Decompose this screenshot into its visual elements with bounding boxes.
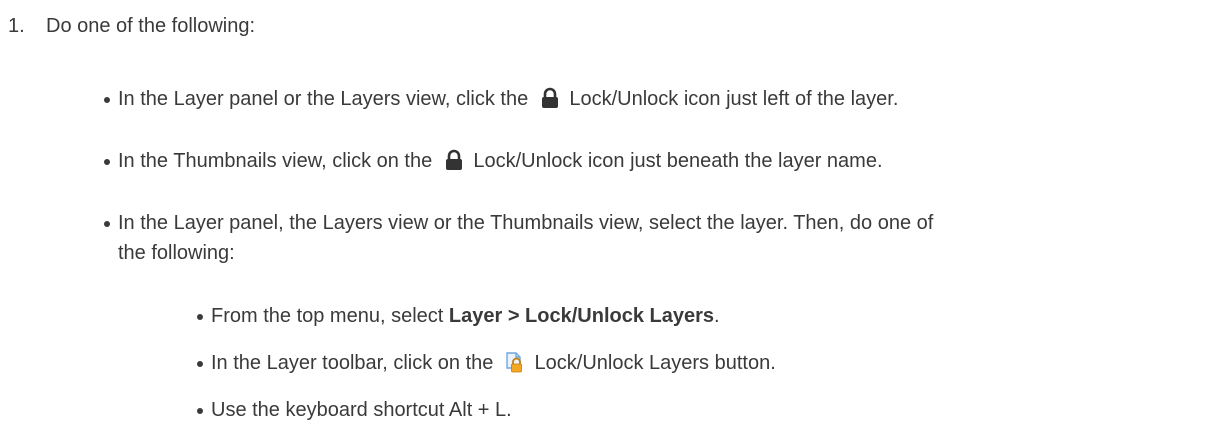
bullet-dot [104, 221, 110, 227]
bullet-text: From the top menu, select Layer > Lock/U… [211, 301, 720, 331]
bullet-dot [104, 159, 110, 165]
bullet-text-after: Lock/Unlock Layers button. [534, 352, 776, 374]
bullet-text-before: In the Layer panel or the Layers view, c… [118, 88, 529, 110]
step-number: 1. [8, 15, 25, 37]
bullet-text: Use the keyboard shortcut Alt + L. [211, 399, 512, 421]
bullet-dot [197, 314, 203, 320]
bullet-text-before: From the top menu, select [211, 305, 449, 327]
bullet-text: In the Layer panel or the Layers view, c… [118, 84, 898, 114]
bullet-text: In the Layer toolbar, click on the Lock/… [211, 348, 776, 378]
bullet-text-before: In the Layer toolbar, click on the [211, 352, 494, 374]
bullet-text-after: Lock/Unlock icon just left of the layer. [569, 88, 899, 110]
menu-path: Layer > Lock/Unlock Layers [448, 305, 715, 327]
bullet-dot [197, 361, 203, 367]
bullet-text-line-2: the following: [118, 242, 235, 264]
bullet-text: In the Thumbnails view, click on the Loc… [118, 146, 883, 176]
lock-unlock-layers-button-icon [506, 352, 522, 373]
bullet-dot [197, 408, 203, 414]
step-text: Do one of the following: [46, 15, 256, 37]
bullet-text-after: Lock/Unlock icon just beneath the layer … [473, 150, 883, 172]
bullet-text-after: . [714, 305, 720, 327]
bullet-text-line-1: In the Layer panel, the Layers view or t… [118, 212, 934, 234]
bullet-text-before: In the Thumbnails view, click on the [118, 150, 433, 172]
lock-icon [541, 87, 558, 108]
bullet-dot [104, 97, 110, 103]
lock-icon [445, 149, 462, 170]
